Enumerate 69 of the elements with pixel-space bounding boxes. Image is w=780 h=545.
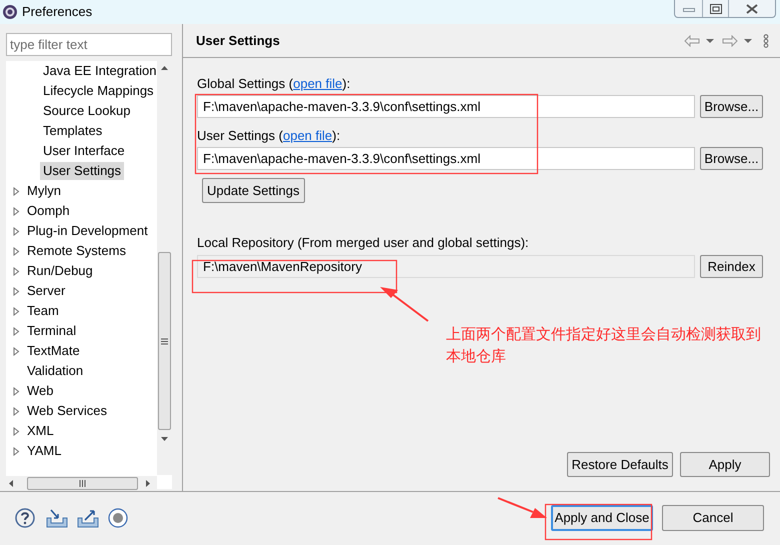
forward-icon[interactable] xyxy=(722,35,738,47)
expand-arrow-icon[interactable] xyxy=(12,186,21,196)
tree-item[interactable]: Remote Systems xyxy=(24,242,129,260)
tree-item[interactable]: Oomph xyxy=(24,202,73,220)
caret-icon[interactable] xyxy=(704,37,716,45)
expand-arrow-icon[interactable] xyxy=(12,246,21,256)
tree-item[interactable]: Source Lookup xyxy=(40,102,134,120)
arrow xyxy=(380,287,429,322)
tree-item[interactable]: Plug-in Development xyxy=(24,222,151,240)
update-settings-button[interactable]: Update Settings xyxy=(202,178,305,203)
apply-button[interactable]: Apply xyxy=(680,452,770,477)
tree-item[interactable]: Mylyn xyxy=(24,182,64,200)
export-icon[interactable] xyxy=(77,508,99,528)
restore-defaults-button[interactable]: Restore Defaults xyxy=(567,452,673,477)
browse-button[interactable]: Browse... xyxy=(700,147,763,170)
open-file-link[interactable]: open file xyxy=(282,128,332,143)
record-icon[interactable] xyxy=(108,508,128,528)
tree-item[interactable]: Team xyxy=(24,302,62,320)
tree-item[interactable]: TextMate xyxy=(24,342,83,360)
expand-arrow-icon[interactable] xyxy=(12,306,21,316)
close-icon xyxy=(746,4,758,14)
expand-arrow-icon[interactable] xyxy=(12,446,21,456)
help-icon[interactable] xyxy=(15,508,35,528)
expand-arrow-icon[interactable] xyxy=(12,426,21,436)
path-field[interactable]: F:\maven\apache-maven-3.3.9\conf\settings.xml xyxy=(197,147,695,170)
gear-icon xyxy=(2,4,18,20)
cancel-button[interactable]: Cancel xyxy=(662,505,764,531)
page-title: User Settings xyxy=(196,32,281,50)
expand-arrow-icon[interactable] xyxy=(12,346,21,356)
caret-icon[interactable] xyxy=(742,37,754,45)
back-icon[interactable] xyxy=(684,35,700,47)
tree-item[interactable]: Run/Debug xyxy=(24,262,96,280)
expand-arrow-icon[interactable] xyxy=(12,326,21,336)
expand-arrow-icon[interactable] xyxy=(12,386,21,396)
browse-button[interactable]: Browse... xyxy=(700,95,763,118)
maximize-icon xyxy=(710,4,722,14)
tree-item[interactable]: Terminal xyxy=(24,322,80,340)
tree-item[interactable]: XML xyxy=(24,422,57,440)
horizontal-scrollbar[interactable] xyxy=(6,476,157,491)
minimize-icon xyxy=(682,6,694,12)
import-icon[interactable] xyxy=(46,508,68,528)
tree-item[interactable]: User Interface xyxy=(40,142,128,160)
tree-item[interactable]: User Settings xyxy=(40,162,124,180)
menu-icon[interactable] xyxy=(762,34,770,48)
window-title: Preferences xyxy=(22,3,92,22)
field-label: User Settings (open file): xyxy=(197,127,342,144)
tree-item[interactable]: Lifecycle Mappings xyxy=(40,82,157,100)
open-file-link[interactable]: open file xyxy=(293,76,342,91)
expand-arrow-icon[interactable] xyxy=(12,266,21,276)
grip-icon xyxy=(79,480,86,487)
tree-item[interactable]: YAML xyxy=(24,442,64,460)
field-label: Local Repository (From merged user and global settings): xyxy=(197,234,530,251)
grip-icon xyxy=(161,338,168,344)
arrow xyxy=(498,497,547,518)
path-field[interactable]: F:\maven\apache-maven-3.3.9\conf\settings.xml xyxy=(197,95,695,118)
tree-item[interactable]: Templates xyxy=(40,122,106,140)
tree-item[interactable]: Web Services xyxy=(24,402,110,420)
expand-arrow-icon[interactable] xyxy=(12,226,21,236)
expand-arrow-icon[interactable] xyxy=(12,206,21,216)
tree-item[interactable]: Web xyxy=(24,382,56,400)
filter-field[interactable]: type filter text xyxy=(6,33,172,56)
tree-item[interactable]: Java EE Integration xyxy=(40,62,157,80)
apply-and-close-button[interactable]: Apply and Close xyxy=(551,505,653,531)
annotation-text: 上面两个配置文件指定好这里会自动检测获取到本地仓库 xyxy=(446,325,762,367)
tree-item[interactable]: Server xyxy=(24,282,68,300)
expand-arrow-icon[interactable] xyxy=(12,406,21,416)
expand-arrow-icon[interactable] xyxy=(12,286,21,296)
tree-item[interactable]: Validation xyxy=(24,362,86,380)
field-label: Global Settings (open file): xyxy=(197,75,352,92)
